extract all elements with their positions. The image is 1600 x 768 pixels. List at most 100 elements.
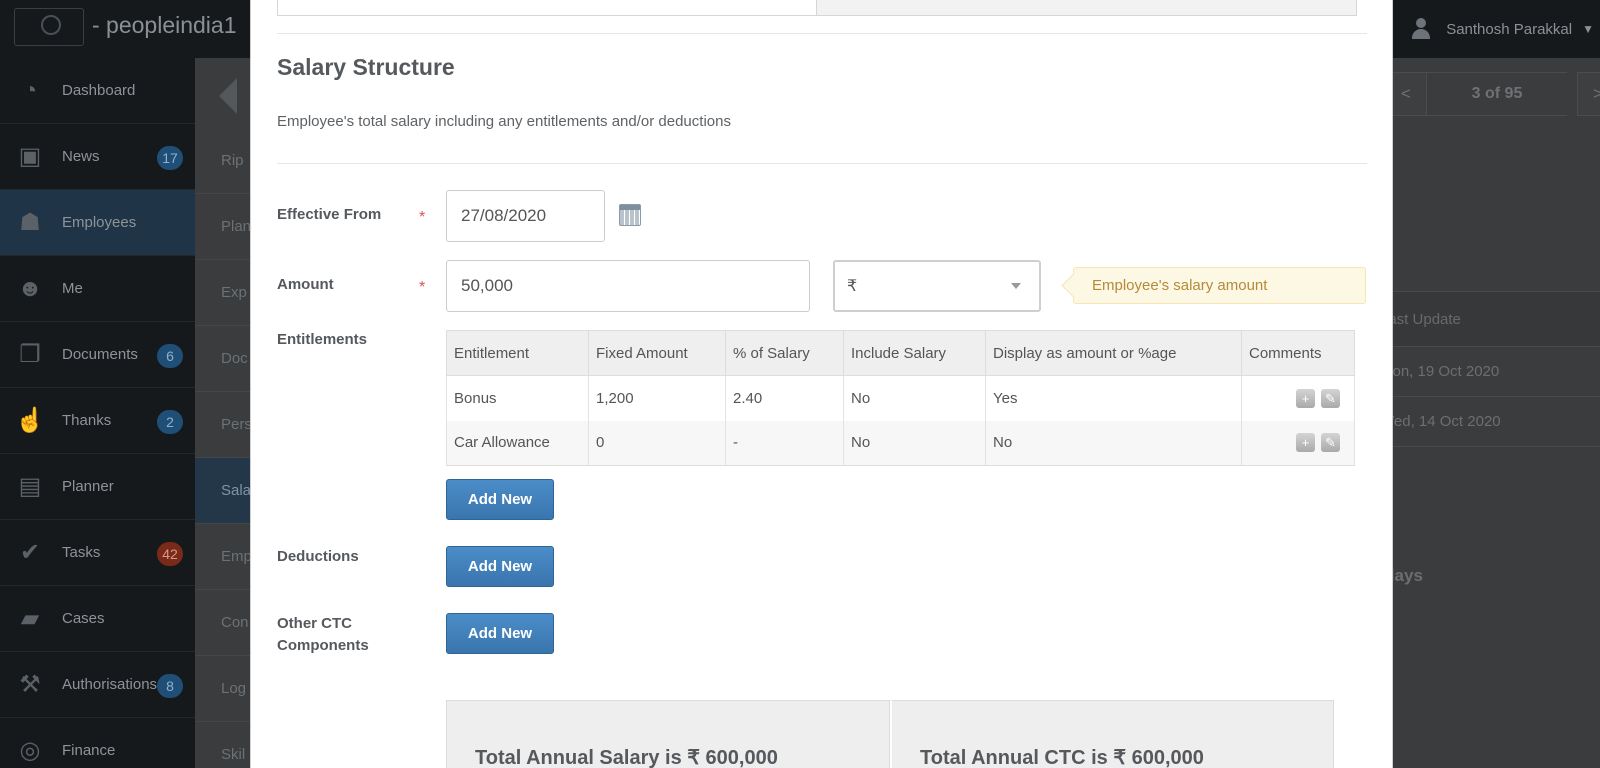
- table-header-row: Entitlement Fixed Amount % of Salary Inc…: [446, 330, 1355, 376]
- pager-count: 3 of 95: [1427, 72, 1567, 116]
- submenu-item[interactable]: Con: [195, 590, 250, 656]
- entitlements-label: Entitlements: [277, 331, 368, 348]
- submenu-item[interactable]: Sala: [195, 458, 250, 524]
- amount-input[interactable]: [446, 260, 810, 312]
- column-header: Comments: [1241, 330, 1355, 376]
- other-ctc-label: Other CTC Components: [277, 613, 369, 657]
- tab-right[interactable]: [817, 0, 1357, 16]
- row-actions: + ✎: [1241, 375, 1355, 421]
- hammer-icon: ⚒: [19, 671, 41, 698]
- sidebar-item-news[interactable]: ▣ News 17: [0, 124, 195, 190]
- add-deduction-button[interactable]: Add New: [446, 546, 554, 587]
- back-arrow-icon[interactable]: [219, 78, 237, 114]
- submenu-item[interactable]: Exp: [195, 260, 250, 326]
- table-cell: Bonus: [446, 375, 589, 421]
- chevron-down-icon: [1011, 283, 1021, 289]
- totals-panel: Total Annual Salary is ₹ 600,000 Total A…: [446, 700, 1334, 768]
- column-header: Include Salary: [843, 330, 986, 376]
- sidebar-item-thanks[interactable]: ☝ Thanks 2: [0, 388, 195, 454]
- required-marker: *: [419, 209, 426, 226]
- sidebar-item-cases[interactable]: ▰ Cases: [0, 586, 195, 652]
- user-icon: [1410, 18, 1432, 40]
- sidebar-item-label: Thanks: [62, 412, 112, 429]
- app-name: - peopleindia1: [92, 12, 237, 38]
- sidebar-item-label: Cases: [62, 610, 105, 627]
- sidebar-item-label: Planner: [62, 478, 114, 495]
- modal-tabs: [277, 0, 1357, 16]
- other-ctc-label-line: Components: [277, 637, 369, 654]
- sidebar-item-label: Authorisations: [62, 676, 158, 693]
- add-comment-icon[interactable]: +: [1296, 388, 1315, 408]
- sidebar-item-tasks[interactable]: ✔ Tasks 42: [0, 520, 195, 586]
- table-row: Bonus 1,200 2.40 No Yes + ✎: [446, 375, 1355, 421]
- sidebar-item-finance[interactable]: ◎ Finance: [0, 718, 195, 768]
- pager-next-button[interactable]: >: [1577, 72, 1600, 116]
- history-table: Last Update Mon, 19 Oct 2020 Wed, 14 Oct…: [1370, 291, 1600, 447]
- documents-icon: ❐: [19, 341, 41, 368]
- table-cell: No: [843, 375, 986, 421]
- total-annual-salary: Total Annual Salary is ₹ 600,000: [446, 700, 890, 768]
- company-logo[interactable]: [14, 8, 84, 46]
- divider: [277, 163, 1367, 164]
- table-cell: Yes: [985, 375, 1242, 421]
- other-ctc-label-line: Other CTC: [277, 615, 352, 632]
- submenu-item[interactable]: Rip: [195, 128, 250, 194]
- people-icon: ☗: [19, 209, 41, 236]
- thumbs-up-icon: ☝: [15, 407, 45, 434]
- count-badge: 2: [157, 410, 183, 434]
- sidebar-item-label: Documents: [62, 346, 138, 363]
- sidebar-item-planner[interactable]: ▤ Planner: [0, 454, 195, 520]
- edit-icon[interactable]: ✎: [1321, 388, 1340, 408]
- edit-icon[interactable]: ✎: [1321, 433, 1340, 453]
- table-cell: 2.40: [725, 375, 844, 421]
- amount-label: Amount: [277, 276, 334, 293]
- calendar-icon[interactable]: [619, 204, 641, 226]
- add-other-ctc-button[interactable]: Add New: [446, 613, 554, 654]
- sidebar-item-me[interactable]: ☻ Me: [0, 256, 195, 322]
- table-cell: -: [725, 420, 844, 466]
- sidebar-item-dashboard[interactable]: ◔ Dashboard: [0, 58, 195, 124]
- section-title: Salary Structure: [277, 54, 455, 80]
- submenu-item[interactable]: Skil: [195, 722, 250, 768]
- table-row: Car Allowance 0 - No No + ✎: [446, 420, 1355, 466]
- add-entitlement-button[interactable]: Add New: [446, 479, 554, 520]
- section-description: Employee's total salary including any en…: [277, 113, 731, 130]
- table-cell: No: [843, 420, 986, 466]
- amount-hint: Employee's salary amount: [1073, 267, 1366, 304]
- sidebar: ◔ Dashboard ▣ News 17 ☗ Employees ☻ Me ❐…: [0, 58, 195, 768]
- column-header: Entitlement: [446, 330, 589, 376]
- user-star-icon: ☻: [17, 274, 43, 302]
- sidebar-item-employees[interactable]: ☗ Employees: [0, 190, 195, 256]
- currency-select[interactable]: ₹: [833, 260, 1041, 312]
- sidebar-item-authorisations[interactable]: ⚒ Authorisations 8: [0, 652, 195, 718]
- sidebar-item-label: Tasks: [62, 544, 101, 561]
- count-badge: 6: [157, 344, 183, 368]
- record-pager: < 3 of 95 >: [1385, 72, 1600, 116]
- required-marker: *: [419, 279, 426, 296]
- add-comment-icon[interactable]: +: [1296, 433, 1315, 453]
- submenu-item[interactable]: Log: [195, 656, 250, 722]
- deductions-label: Deductions: [277, 548, 359, 565]
- tab-left[interactable]: [277, 0, 817, 16]
- submenu-item[interactable]: Emp: [195, 524, 250, 590]
- divider: [277, 33, 1367, 34]
- sidebar-item-documents[interactable]: ❐ Documents 6: [0, 322, 195, 388]
- submenu-item[interactable]: Plan: [195, 194, 250, 260]
- coins-icon: ◎: [19, 737, 41, 764]
- user-name[interactable]: Santhosh Parakkal: [1446, 21, 1572, 38]
- user-menu[interactable]: Santhosh Parakkal ▼: [1410, 0, 1600, 58]
- gauge-icon: ◔: [22, 76, 38, 104]
- chevron-down-icon[interactable]: ▼: [1582, 22, 1594, 36]
- column-header: Fixed Amount: [588, 330, 726, 376]
- currency-value: ₹: [847, 278, 858, 295]
- count-badge: 17: [157, 146, 183, 170]
- total-annual-ctc: Total Annual CTC is ₹ 600,000: [890, 700, 1334, 768]
- employee-submenu: Rip Plan Exp Doc Pers Sala Emp Con Log S…: [195, 128, 250, 768]
- submenu-item[interactable]: Doc: [195, 326, 250, 392]
- column-header: Last Update: [1370, 291, 1600, 347]
- planner-icon: ▤: [18, 473, 42, 500]
- count-badge: 8: [157, 674, 183, 698]
- submenu-item[interactable]: Pers: [195, 392, 250, 458]
- column-header: Display as amount or %age: [985, 330, 1242, 376]
- effective-from-input[interactable]: [446, 190, 605, 242]
